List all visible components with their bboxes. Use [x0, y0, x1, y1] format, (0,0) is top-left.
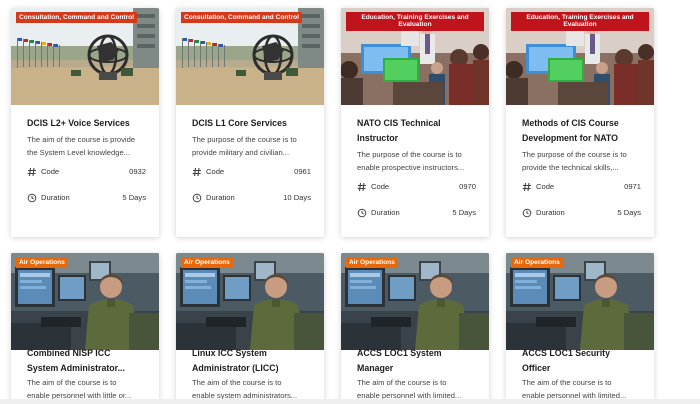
code-label: Code: [41, 167, 60, 176]
code-value: 0970: [459, 182, 476, 191]
course-title[interactable]: Methods of CIS Course Development for NA…: [522, 116, 644, 145]
code-row: Code 0970: [357, 181, 476, 193]
category-badge: Air Operations: [346, 257, 398, 269]
course-description-line: The aim of the course is to: [27, 378, 117, 387]
course-card[interactable]: Air Operations ACCS LOC1 System Manager …: [341, 253, 489, 404]
course-description: The aim of the course is provide the Sys…: [27, 134, 152, 160]
course-title-line: Linux ICC System: [192, 348, 267, 358]
horizontal-scrollbar[interactable]: [0, 399, 700, 404]
course-description-line: the System Level knowledge...: [27, 147, 130, 157]
course-title-line: ACCS LOC1 System: [357, 348, 442, 358]
category-badge: Air Operations: [16, 257, 68, 269]
code-label: Code: [536, 182, 555, 191]
code-value: 0961: [294, 167, 311, 176]
hash-icon: [357, 181, 367, 193]
course-description-line: provide the technical skills,...: [522, 162, 619, 172]
code-row: Code 0932: [27, 166, 146, 178]
duration-label: Duration: [536, 208, 565, 217]
duration-label: Duration: [206, 193, 235, 202]
course-title-line: NATO CIS Technical: [357, 118, 441, 128]
course-title[interactable]: DCIS L1 Core Services: [192, 116, 314, 131]
course-card[interactable]: Air Operations Linux ICC System Administ…: [176, 253, 324, 404]
course-description: The purpose of the course is to enable p…: [357, 149, 482, 175]
course-title[interactable]: Linux ICC System Administrator (LICC): [192, 346, 314, 375]
duration-label: Duration: [41, 193, 70, 202]
course-description-line: enable prospective instructors...: [357, 162, 465, 172]
course-title-line: Officer: [522, 362, 551, 373]
course-title[interactable]: Combined NISP ICC System Administrator..…: [27, 346, 149, 375]
course-title-line: DCIS L2+ Voice Services: [27, 118, 130, 128]
course-description-line: The aim of the course is to: [357, 378, 447, 387]
course-title[interactable]: DCIS L2+ Voice Services: [27, 116, 149, 131]
course-title-line: System Administrator...: [27, 362, 125, 373]
course-card[interactable]: Consultation, Command and Control DCIS L…: [176, 8, 324, 237]
hash-icon: [192, 166, 202, 178]
category-badge: Education, Training Exercises and Evalua…: [346, 12, 484, 31]
course-title-line: Manager: [357, 362, 394, 373]
duration-value: 10 Days: [283, 193, 311, 202]
course-title-line: ACCS LOC1 Security: [522, 348, 610, 358]
duration-row: Duration 5 Days: [357, 207, 476, 219]
course-title-line: Instructor: [357, 132, 399, 143]
duration-value: 5 Days: [617, 208, 641, 217]
code-row: Code 0971: [522, 181, 641, 193]
category-badge: Air Operations: [181, 257, 233, 269]
course-grid: Consultation, Command and Control DCIS L…: [0, 0, 700, 404]
course-description-line: The purpose of the course is to: [192, 135, 297, 144]
course-title[interactable]: NATO CIS Technical Instructor: [357, 116, 479, 145]
course-description-line: The aim of the course is provide: [27, 135, 136, 144]
duration-value: 5 Days: [122, 193, 146, 202]
clock-icon: [192, 192, 202, 204]
course-description-line: provide military and civilian...: [192, 147, 290, 157]
category-badge: Consultation, Command and Control: [181, 12, 303, 24]
category-badge: Consultation, Command and Control: [16, 12, 138, 24]
course-title-line: Combined NISP ICC: [27, 348, 111, 358]
duration-row: Duration 5 Days: [522, 207, 641, 219]
course-title-line: Development for NATO: [522, 132, 618, 143]
course-description: The purpose of the course is to provide …: [192, 134, 317, 160]
duration-value: 5 Days: [452, 208, 476, 217]
course-description: The purpose of the course is to provide …: [522, 149, 647, 175]
category-badge: Air Operations: [511, 257, 563, 269]
course-title-line: DCIS L1 Core Services: [192, 118, 287, 128]
category-badge: Education, Training Exercises and Evalua…: [511, 12, 649, 31]
duration-row: Duration 10 Days: [192, 192, 311, 204]
course-title-line: Administrator (LICC): [192, 362, 279, 373]
course-title[interactable]: ACCS LOC1 System Manager: [357, 346, 479, 375]
code-value: 0932: [129, 167, 146, 176]
course-title-line: Methods of CIS Course: [522, 118, 619, 128]
duration-row: Duration 5 Days: [27, 192, 146, 204]
course-card[interactable]: Consultation, Command and Control DCIS L…: [11, 8, 159, 237]
course-description-line: The aim of the course is to: [192, 378, 282, 387]
clock-icon: [357, 207, 367, 219]
code-value: 0971: [624, 182, 641, 191]
duration-label: Duration: [371, 208, 400, 217]
code-label: Code: [206, 167, 225, 176]
hash-icon: [522, 181, 532, 193]
hash-icon: [27, 166, 37, 178]
course-description-line: The purpose of the course is to: [522, 150, 627, 159]
course-title[interactable]: ACCS LOC1 Security Officer: [522, 346, 644, 375]
course-card[interactable]: Air Operations ACCS LOC1 Security Office…: [506, 253, 654, 404]
course-card[interactable]: Education, Training Exercises and Evalua…: [506, 8, 654, 237]
course-description-line: The aim of the course is to: [522, 378, 612, 387]
clock-icon: [27, 192, 37, 204]
course-card[interactable]: Education, Training Exercises and Evalua…: [341, 8, 489, 237]
code-row: Code 0961: [192, 166, 311, 178]
code-label: Code: [371, 182, 390, 191]
course-card[interactable]: Air Operations Combined NISP ICC System …: [11, 253, 159, 404]
course-description-line: The purpose of the course is to: [357, 150, 462, 159]
clock-icon: [522, 207, 532, 219]
